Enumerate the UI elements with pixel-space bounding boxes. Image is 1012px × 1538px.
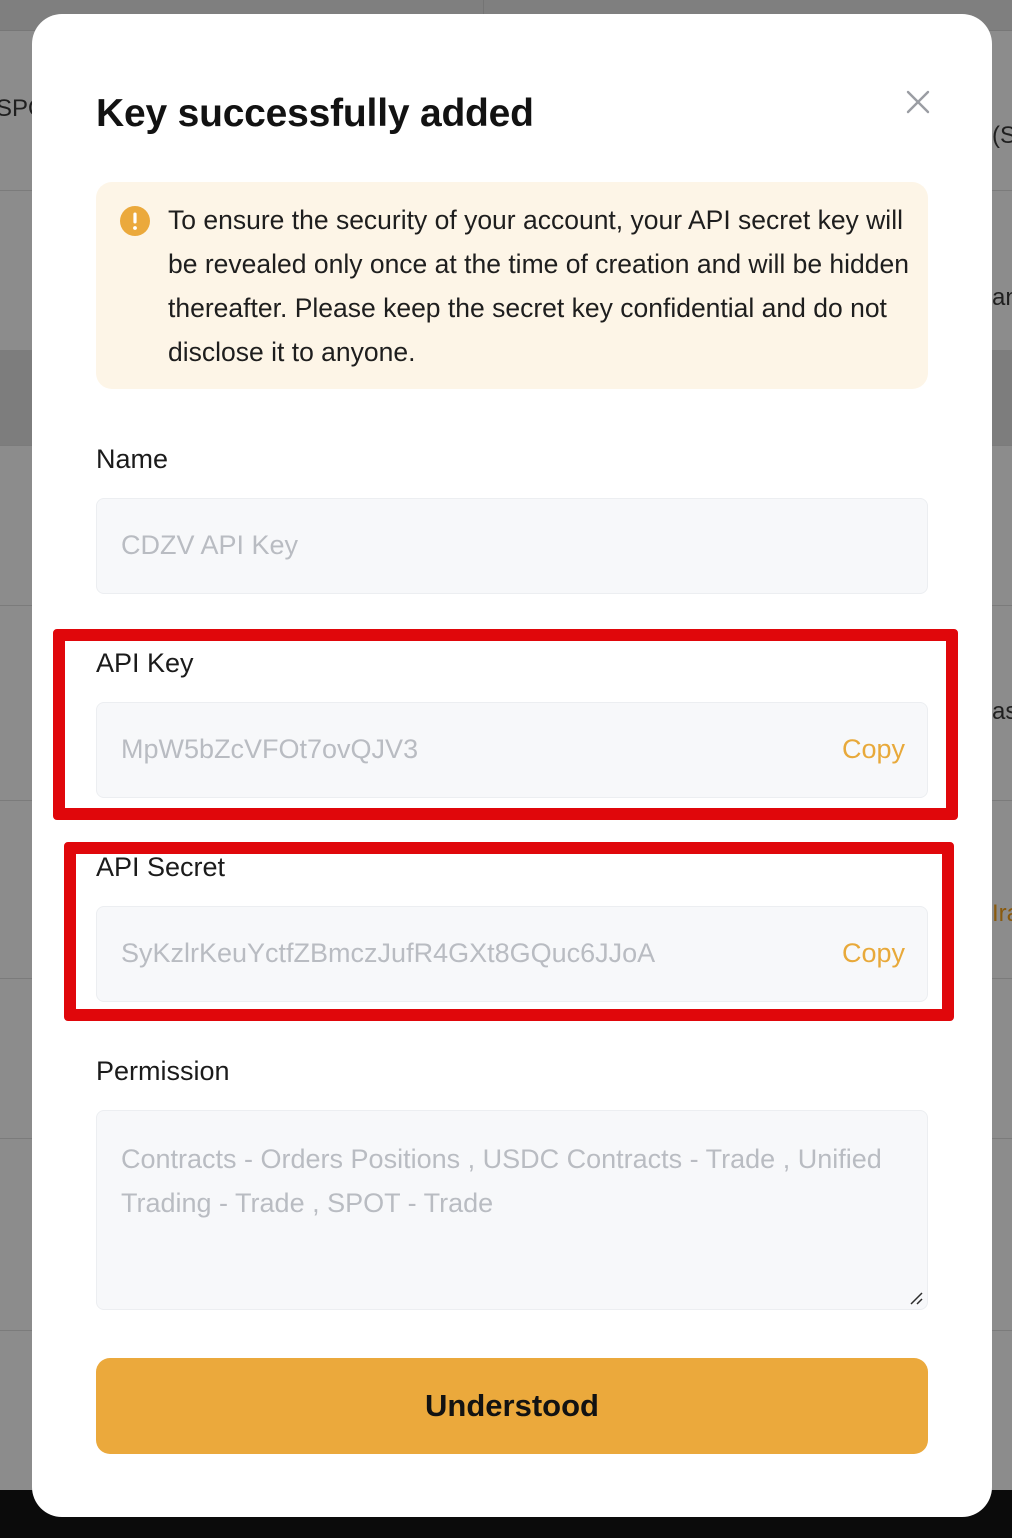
close-button[interactable] (900, 86, 936, 122)
api-key-value: MpW5bZcVFOt7ovQJV3 (121, 734, 419, 764)
security-notice: To ensure the security of your account, … (96, 182, 928, 389)
background-text: as (992, 698, 1012, 725)
api-secret-label: API Secret (96, 852, 226, 882)
name-field[interactable]: CDZV API Key (96, 498, 928, 594)
background-text: Ira (992, 900, 1012, 927)
understood-button[interactable]: Understood (96, 1358, 928, 1454)
api-secret-value: SyKzlrKeuYctfZBmczJufR4GXt8GQuc6JJoA (121, 938, 656, 968)
warning-icon (120, 206, 150, 236)
close-icon (906, 90, 930, 114)
notice-text: To ensure the security of your account, … (168, 205, 910, 367)
api-key-field[interactable]: MpW5bZcVFOt7ovQJV3 Copy (96, 702, 928, 798)
background-text: (S (992, 122, 1012, 149)
resize-handle-icon[interactable] (909, 1291, 923, 1305)
name-label: Name (96, 444, 169, 474)
copy-api-secret-button[interactable]: Copy (842, 938, 905, 969)
permission-label: Permission (96, 1056, 230, 1086)
copy-api-key-button[interactable]: Copy (842, 734, 905, 765)
api-key-label: API Key (96, 648, 194, 678)
background-text: SPO (0, 95, 32, 122)
dialog-title: Key successfully added (96, 92, 534, 135)
key-added-dialog: Key successfully added To ensure the sec… (32, 14, 992, 1517)
name-value: CDZV API Key (121, 530, 299, 560)
background-text: an (992, 284, 1012, 311)
permission-field[interactable]: Contracts - Orders Positions , USDC Cont… (96, 1110, 928, 1310)
permission-value: Contracts - Orders Positions , USDC Cont… (121, 1144, 882, 1218)
api-secret-field[interactable]: SyKzlrKeuYctfZBmczJufR4GXt8GQuc6JJoA Cop… (96, 906, 928, 1002)
